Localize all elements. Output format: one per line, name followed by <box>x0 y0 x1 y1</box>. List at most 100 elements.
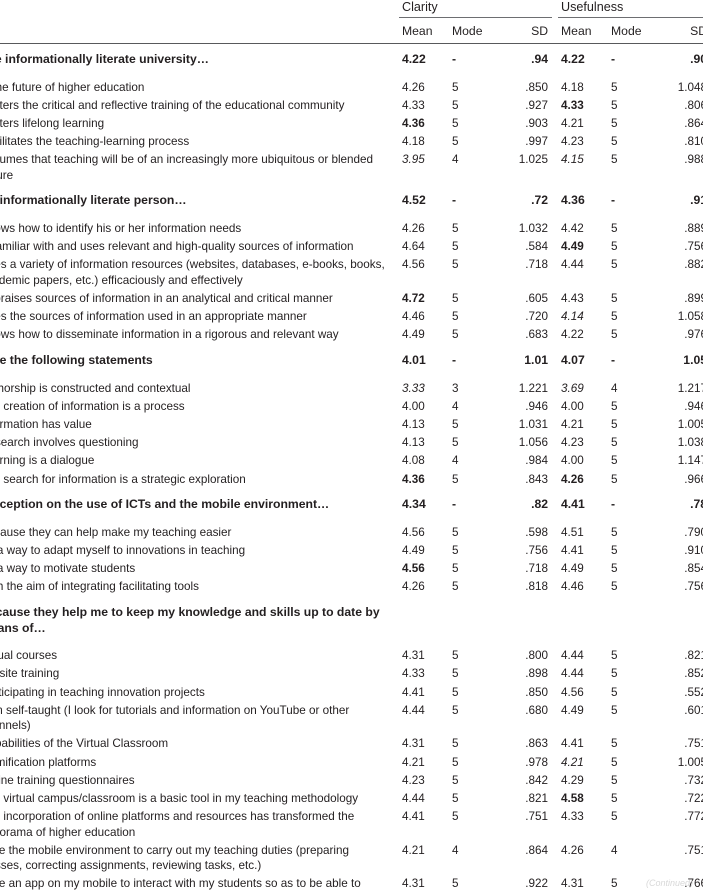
table-row: Assumes that teaching will be of an incr… <box>0 151 703 185</box>
statistics-table: Clarity Usefulness Mean Mode SD Mean Mod… <box>0 0 703 890</box>
row-label: Online training questionnaires <box>0 773 135 787</box>
cell-usefulness-sd: .552 <box>684 685 703 699</box>
cell-clarity-mode: 5 <box>452 417 459 431</box>
row-label: With the aim of integrating facilitating… <box>0 580 199 594</box>
cell-clarity-sd: .756 <box>525 544 549 558</box>
table-section-row: Rate the following statements 4.01 - 1.01 4.… <box>0 344 703 377</box>
table-row: Knows how to disseminate information in … <box>0 326 703 344</box>
table-row: Online training questionnaires 4.23 5 .842 4… <box>0 771 703 789</box>
cell-usefulness-sd: .91 <box>690 193 703 208</box>
table-row: Facilitates the teaching-learning proces… <box>0 133 703 151</box>
cell-clarity-mean: 4.41 <box>402 685 425 699</box>
cell-usefulness-mode: 5 <box>611 310 618 324</box>
cell-clarity-mean: 4.44 <box>402 791 425 805</box>
column-header-row: Mean Mode SD Mean Mode SD <box>0 17 703 44</box>
cell-clarity-mode: 5 <box>452 310 459 324</box>
cell-usefulness-sd: .751 <box>684 737 703 751</box>
table-page: Clarity Usefulness Mean Mode SD Mean Mod… <box>0 0 703 890</box>
cell-clarity-sd: 1.031 <box>518 417 549 431</box>
cell-clarity-sd: .94 <box>497 43 553 76</box>
cell-usefulness-sd: .899 <box>684 291 703 305</box>
table-row: Learning is a dialogue 4.08 4 .984 4.00 5 1.14… <box>0 452 703 470</box>
cell-clarity-sd: .751 <box>525 810 549 824</box>
cell-clarity-mode: 5 <box>452 649 459 663</box>
cell-clarity-mean: 4.22 <box>399 43 449 76</box>
cell-clarity-mode: 5 <box>452 436 459 450</box>
row-label: An informationally literate person… <box>0 193 187 208</box>
header-clarity-mode: Mode <box>449 17 497 44</box>
cell-clarity-mode: 5 <box>452 221 459 235</box>
cell-clarity-sd: .821 <box>525 791 549 805</box>
cell-usefulness-sd: .601 <box>684 703 703 717</box>
cell-clarity-mode: - <box>452 193 457 208</box>
cell-clarity-mode: 4 <box>452 843 459 857</box>
cell-clarity-sd: .922 <box>525 877 549 890</box>
cell-clarity-sd: .898 <box>525 667 549 681</box>
table-row: Research involves questioning 4.13 5 1.056 4… <box>0 434 703 452</box>
row-label: Participating in teaching innovation pro… <box>0 685 205 699</box>
row-label: Knows how to identify his or her informa… <box>0 221 242 235</box>
cell-clarity-mean: 4.36 <box>402 472 425 486</box>
cell-clarity-mode <box>449 596 497 644</box>
cell-usefulness-mean: 4.23 <box>561 436 584 450</box>
cell-usefulness-sd: .864 <box>684 116 703 130</box>
row-label: Research involves questioning <box>0 436 139 450</box>
row-label: Gamification platforms <box>0 755 97 769</box>
cell-clarity-mean: 4.26 <box>402 221 425 235</box>
cell-clarity-mean: 4.64 <box>402 240 425 254</box>
cell-usefulness-mode: 5 <box>611 562 618 576</box>
cell-clarity-sd: .605 <box>525 291 549 305</box>
table-row: Uses a variety of information resources … <box>0 256 703 290</box>
cell-usefulness-sd: .90 <box>656 43 703 76</box>
cell-clarity-mode: - <box>449 43 497 76</box>
column-group-usefulness: Usefulness <box>558 0 703 18</box>
cell-clarity-mode: 5 <box>452 98 459 112</box>
cell-clarity-sd: .584 <box>525 240 549 254</box>
statement-column-header <box>0 17 399 44</box>
cell-usefulness-mean: 4.22 <box>561 328 584 342</box>
cell-clarity-mean: 4.26 <box>402 80 425 94</box>
cell-clarity-sd: .997 <box>525 135 549 149</box>
cell-clarity-mean: 4.49 <box>402 328 425 342</box>
cell-clarity-mode: 5 <box>452 544 459 558</box>
cell-clarity-mode: 5 <box>452 703 459 717</box>
cell-clarity-mean: 4.49 <box>402 544 425 558</box>
cell-clarity-mode: - <box>452 353 457 368</box>
cell-usefulness-sd: .854 <box>684 562 703 576</box>
row-label: Perception on the use of ICTs and the mo… <box>0 497 330 512</box>
cell-clarity-sd: .984 <box>525 454 549 468</box>
cell-usefulness-sd: .732 <box>684 773 703 787</box>
continued-note: (Continued) <box>645 878 693 888</box>
cell-usefulness-mean: 4.22 <box>558 43 609 76</box>
table-row: I am self-taught (I look for tutorials a… <box>0 701 703 735</box>
cell-usefulness-sd: .722 <box>684 791 703 805</box>
row-label: Is the future of higher education <box>0 80 145 94</box>
cell-usefulness-mean: 4.21 <box>561 755 584 769</box>
cell-clarity-sd: .680 <box>525 703 549 717</box>
cell-usefulness-mode: 4 <box>611 843 618 857</box>
cell-usefulness-mode: 5 <box>611 98 618 112</box>
cell-usefulness-sd: 1.147 <box>677 454 703 468</box>
row-label: On-site training <box>0 667 60 681</box>
row-label: The creation of information is a process <box>0 399 185 413</box>
cell-clarity-sd: 1.01 <box>524 353 549 368</box>
cell-clarity-mean: 4.31 <box>402 877 425 890</box>
cell-usefulness-mean: 4.41 <box>561 544 584 558</box>
column-group-clarity: Clarity <box>399 0 553 18</box>
table-row: Authorship is constructed and contextual… <box>0 377 703 398</box>
row-label: As a way to motivate students <box>0 562 136 576</box>
cell-usefulness-sd: 1.005 <box>677 755 703 769</box>
row-label: Authorship is constructed and contextual <box>0 381 191 395</box>
cell-clarity-sd: .82 <box>531 497 549 512</box>
cell-usefulness-mean: 4.15 <box>561 153 584 167</box>
cell-usefulness-mode: - <box>611 353 616 368</box>
header-usefulness-mean: Mean <box>558 17 609 44</box>
table-row: The incorporation of online platforms an… <box>0 808 703 842</box>
cell-usefulness-mode: 5 <box>611 472 618 486</box>
cell-usefulness-mean: 4.58 <box>561 791 584 805</box>
table-row: Virtual courses 4.31 5 .800 4.44 5 .821 <box>0 644 703 665</box>
cell-usefulness-mean: 4.49 <box>561 240 584 254</box>
cell-clarity-sd: 1.056 <box>518 436 549 450</box>
cell-clarity-mean: 4.44 <box>402 703 425 717</box>
cell-usefulness-mode: 5 <box>611 399 618 413</box>
